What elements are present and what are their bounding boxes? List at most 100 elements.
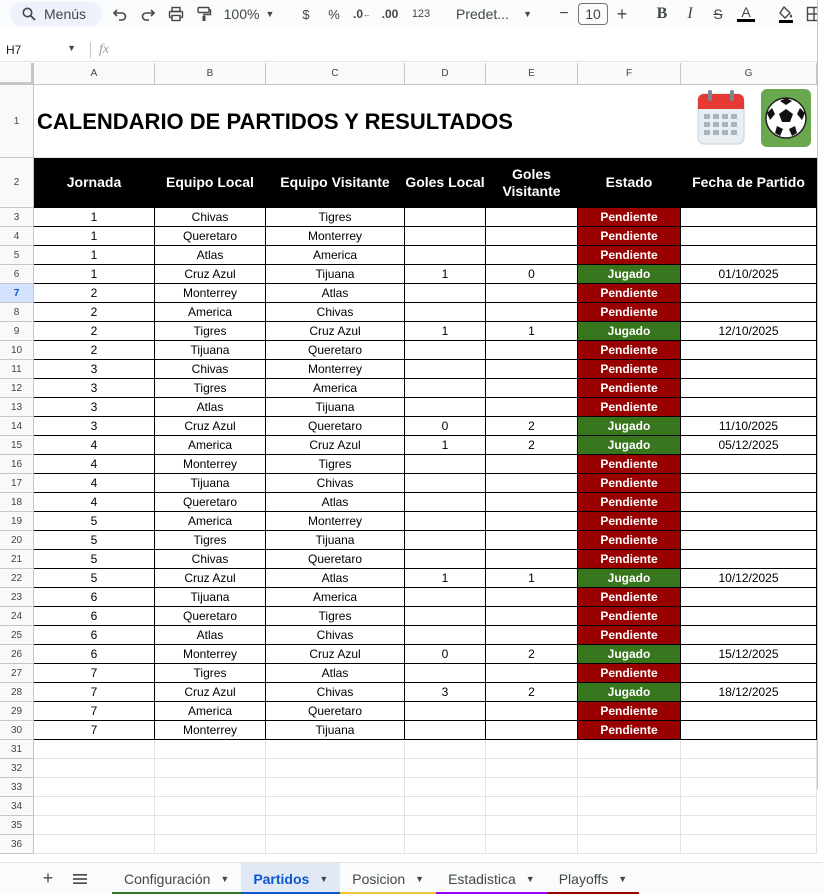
table-cell[interactable]: Chivas <box>266 683 405 702</box>
empty-cell[interactable] <box>405 835 486 854</box>
italic-button[interactable]: I <box>676 2 704 26</box>
row-header[interactable]: 14 <box>0 417 34 436</box>
table-cell[interactable]: Chivas <box>155 360 266 379</box>
row-header[interactable]: 18 <box>0 493 34 512</box>
row-header[interactable]: 12 <box>0 379 34 398</box>
table-cell[interactable] <box>681 588 817 607</box>
table-cell[interactable]: 3 <box>34 417 155 436</box>
table-cell[interactable]: 2 <box>486 645 578 664</box>
table-cell[interactable] <box>405 531 486 550</box>
empty-cell[interactable] <box>486 740 578 759</box>
row-header[interactable]: 8 <box>0 303 34 322</box>
sheet-tab[interactable]: Partidos ▼ <box>241 862 341 894</box>
sheet-tab[interactable]: Configuración ▼ <box>112 863 242 894</box>
table-cell[interactable] <box>405 284 486 303</box>
table-cell[interactable] <box>405 379 486 398</box>
table-cell[interactable]: 0 <box>486 265 578 284</box>
table-cell[interactable] <box>405 607 486 626</box>
table-cell[interactable]: 1 <box>486 569 578 588</box>
row-header[interactable]: 20 <box>0 531 34 550</box>
table-cell[interactable]: Cruz Azul <box>266 645 405 664</box>
empty-cell[interactable] <box>266 778 405 797</box>
empty-cell[interactable] <box>266 816 405 835</box>
empty-cell[interactable] <box>266 835 405 854</box>
menu-search[interactable]: Menús <box>10 2 102 26</box>
table-cell[interactable]: Monterrey <box>266 360 405 379</box>
table-cell[interactable] <box>405 208 486 227</box>
table-cell[interactable]: 5 <box>34 512 155 531</box>
table-cell[interactable]: 6 <box>34 607 155 626</box>
empty-cell[interactable] <box>34 740 155 759</box>
status-badge[interactable]: Pendiente <box>578 474 681 493</box>
table-cell[interactable]: 2 <box>486 436 578 455</box>
empty-cell[interactable] <box>486 759 578 778</box>
column-header-c[interactable]: C <box>266 63 405 85</box>
table-cell[interactable] <box>405 227 486 246</box>
empty-cell[interactable] <box>34 797 155 816</box>
row-header[interactable]: 6 <box>0 265 34 284</box>
status-badge[interactable]: Pendiente <box>578 721 681 740</box>
table-cell[interactable]: 6 <box>34 645 155 664</box>
row-header[interactable]: 15 <box>0 436 34 455</box>
empty-cell[interactable] <box>34 759 155 778</box>
status-badge[interactable]: Pendiente <box>578 341 681 360</box>
status-badge[interactable]: Pendiente <box>578 208 681 227</box>
column-title[interactable]: Jornada <box>34 158 155 208</box>
undo-button[interactable] <box>106 2 134 26</box>
column-header-f[interactable]: F <box>578 63 681 85</box>
table-cell[interactable]: Cruz Azul <box>155 683 266 702</box>
table-cell[interactable] <box>486 227 578 246</box>
status-badge[interactable]: Pendiente <box>578 227 681 246</box>
table-cell[interactable]: Cruz Azul <box>266 322 405 341</box>
table-cell[interactable]: Monterrey <box>155 721 266 740</box>
table-cell[interactable]: Chivas <box>155 208 266 227</box>
table-cell[interactable]: Queretaro <box>155 607 266 626</box>
status-badge[interactable]: Jugado <box>578 265 681 284</box>
empty-cell[interactable] <box>578 797 681 816</box>
table-cell[interactable]: 6 <box>34 588 155 607</box>
status-badge[interactable]: Pendiente <box>578 702 681 721</box>
status-badge[interactable]: Pendiente <box>578 360 681 379</box>
table-cell[interactable]: 3 <box>34 360 155 379</box>
column-title[interactable]: Fecha de Partido <box>681 158 817 208</box>
column-title[interactable]: Estado <box>578 158 681 208</box>
status-badge[interactable]: Jugado <box>578 436 681 455</box>
table-cell[interactable] <box>681 474 817 493</box>
empty-cell[interactable] <box>266 740 405 759</box>
row-header[interactable]: 10 <box>0 341 34 360</box>
currency-format-button[interactable]: $ <box>292 2 320 26</box>
empty-cell[interactable] <box>681 816 817 835</box>
status-badge[interactable]: Jugado <box>578 683 681 702</box>
empty-cell[interactable] <box>266 797 405 816</box>
column-header-d[interactable]: D <box>405 63 486 85</box>
table-cell[interactable] <box>681 379 817 398</box>
name-box[interactable]: H7 ▼ <box>0 43 82 57</box>
row-header[interactable]: 17 <box>0 474 34 493</box>
status-badge[interactable]: Pendiente <box>578 398 681 417</box>
table-cell[interactable]: 18/12/2025 <box>681 683 817 702</box>
font-size-increase-button[interactable]: + <box>608 2 636 26</box>
row-header[interactable]: 19 <box>0 512 34 531</box>
empty-cell[interactable] <box>681 759 817 778</box>
table-cell[interactable]: 1 <box>34 265 155 284</box>
row-header[interactable]: 7 <box>0 284 34 303</box>
table-cell[interactable]: Tigres <box>266 208 405 227</box>
table-cell[interactable] <box>681 341 817 360</box>
row-header[interactable]: 28 <box>0 683 34 702</box>
table-cell[interactable] <box>405 512 486 531</box>
table-cell[interactable]: 0 <box>405 417 486 436</box>
table-cell[interactable]: Tigres <box>155 322 266 341</box>
table-cell[interactable]: Tigres <box>155 531 266 550</box>
table-cell[interactable]: Atlas <box>266 493 405 512</box>
row-header[interactable]: 30 <box>0 721 34 740</box>
table-cell[interactable]: 1 <box>405 322 486 341</box>
table-cell[interactable]: 6 <box>34 626 155 645</box>
table-cell[interactable] <box>681 284 817 303</box>
row-header[interactable]: 9 <box>0 322 34 341</box>
status-badge[interactable]: Pendiente <box>578 455 681 474</box>
table-cell[interactable]: America <box>266 379 405 398</box>
table-cell[interactable]: Atlas <box>155 246 266 265</box>
table-cell[interactable]: 2 <box>34 284 155 303</box>
paint-format-button[interactable] <box>190 2 218 26</box>
font-size-input[interactable]: 10 <box>578 3 608 25</box>
